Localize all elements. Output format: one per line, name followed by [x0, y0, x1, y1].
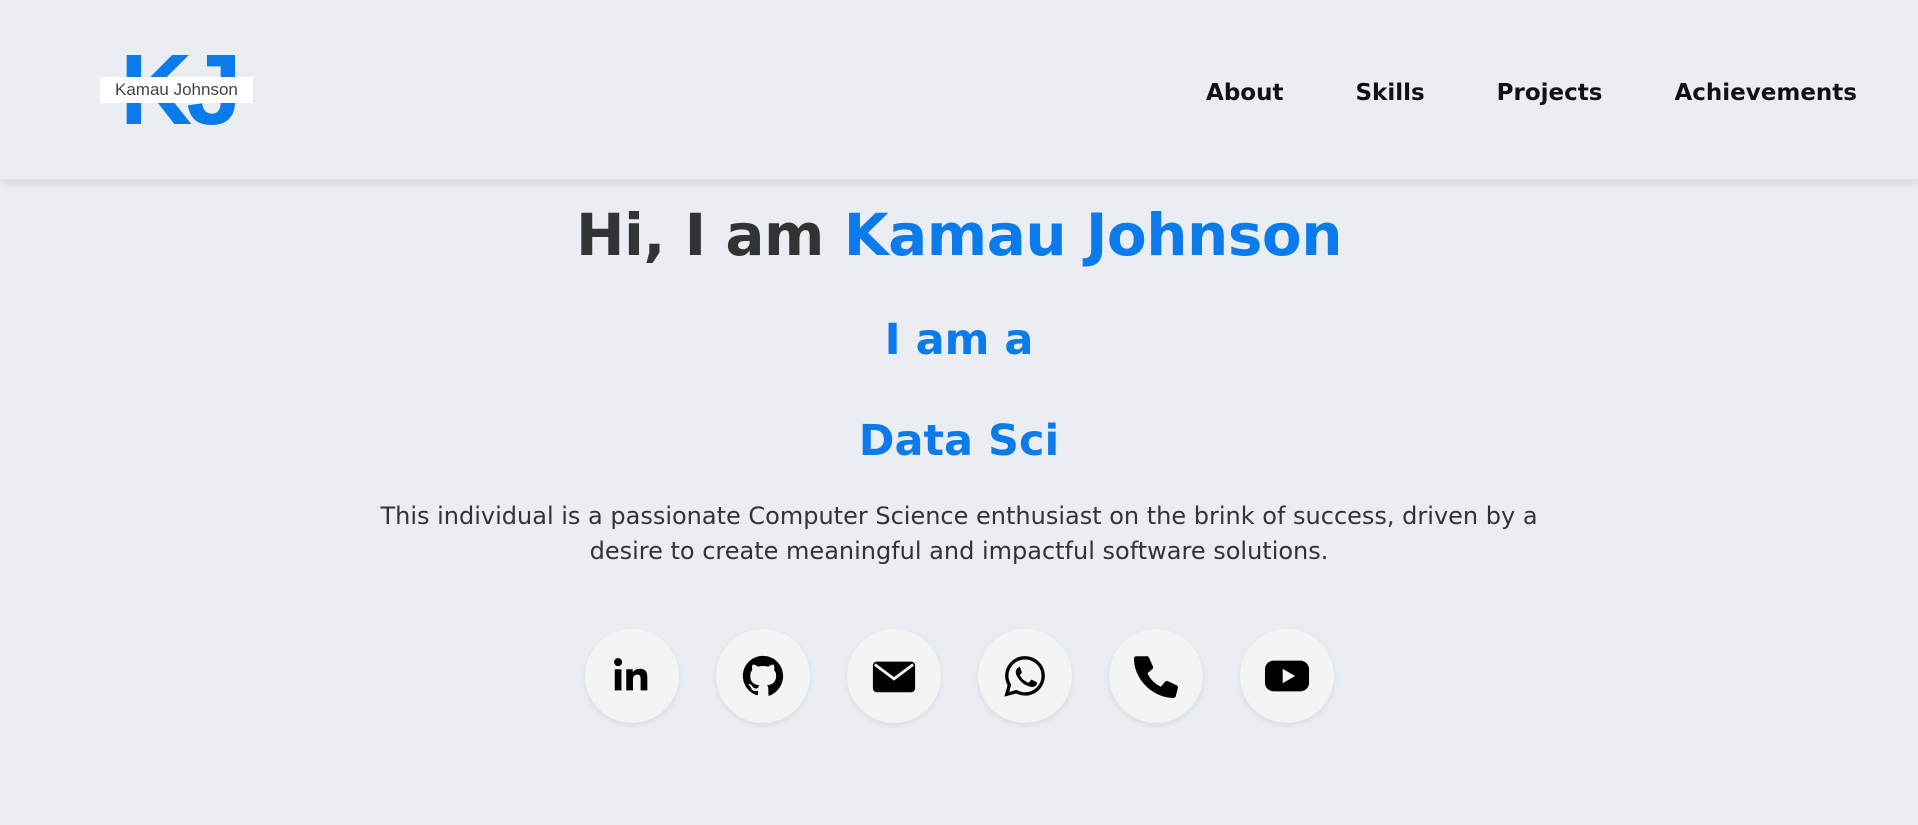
nav-link-skills[interactable]: Skills [1355, 80, 1424, 106]
site-header: KJ Kamau Johnson About Skills Projects A… [0, 0, 1918, 179]
email-icon [872, 661, 916, 693]
whatsapp-button[interactable] [978, 629, 1072, 723]
phone-icon [1133, 656, 1178, 698]
logo[interactable]: KJ Kamau Johnson [100, 40, 270, 140]
linkedin-button[interactable] [585, 629, 679, 723]
nav-link-projects[interactable]: Projects [1497, 80, 1603, 106]
main-nav: About Skills Projects Achievements [1206, 80, 1857, 106]
hero-bio: This individual is a passionate Computer… [380, 502, 1538, 565]
hero-role-typing: Data Sci [858, 416, 1060, 466]
hero-name: Kamau Johnson [843, 201, 1343, 269]
youtube-button[interactable] [1240, 629, 1334, 723]
logo-tooltip: Kamau Johnson [100, 77, 253, 103]
github-icon [742, 655, 784, 696]
whatsapp-icon [1004, 656, 1045, 697]
youtube-icon [1264, 660, 1310, 692]
email-button[interactable] [847, 629, 941, 723]
hero-iam: I am a [884, 315, 1034, 365]
greeting-prefix: Hi, I am [576, 201, 844, 269]
linkedin-icon [614, 658, 648, 691]
phone-button[interactable] [1109, 629, 1203, 723]
social-links [585, 629, 1334, 723]
nav-link-achievements[interactable]: Achievements [1674, 80, 1857, 106]
hero-greeting: Hi, I am Kamau Johnson [0, 201, 1918, 269]
nav-link-about[interactable]: About [1206, 80, 1283, 106]
github-button[interactable] [716, 629, 810, 723]
